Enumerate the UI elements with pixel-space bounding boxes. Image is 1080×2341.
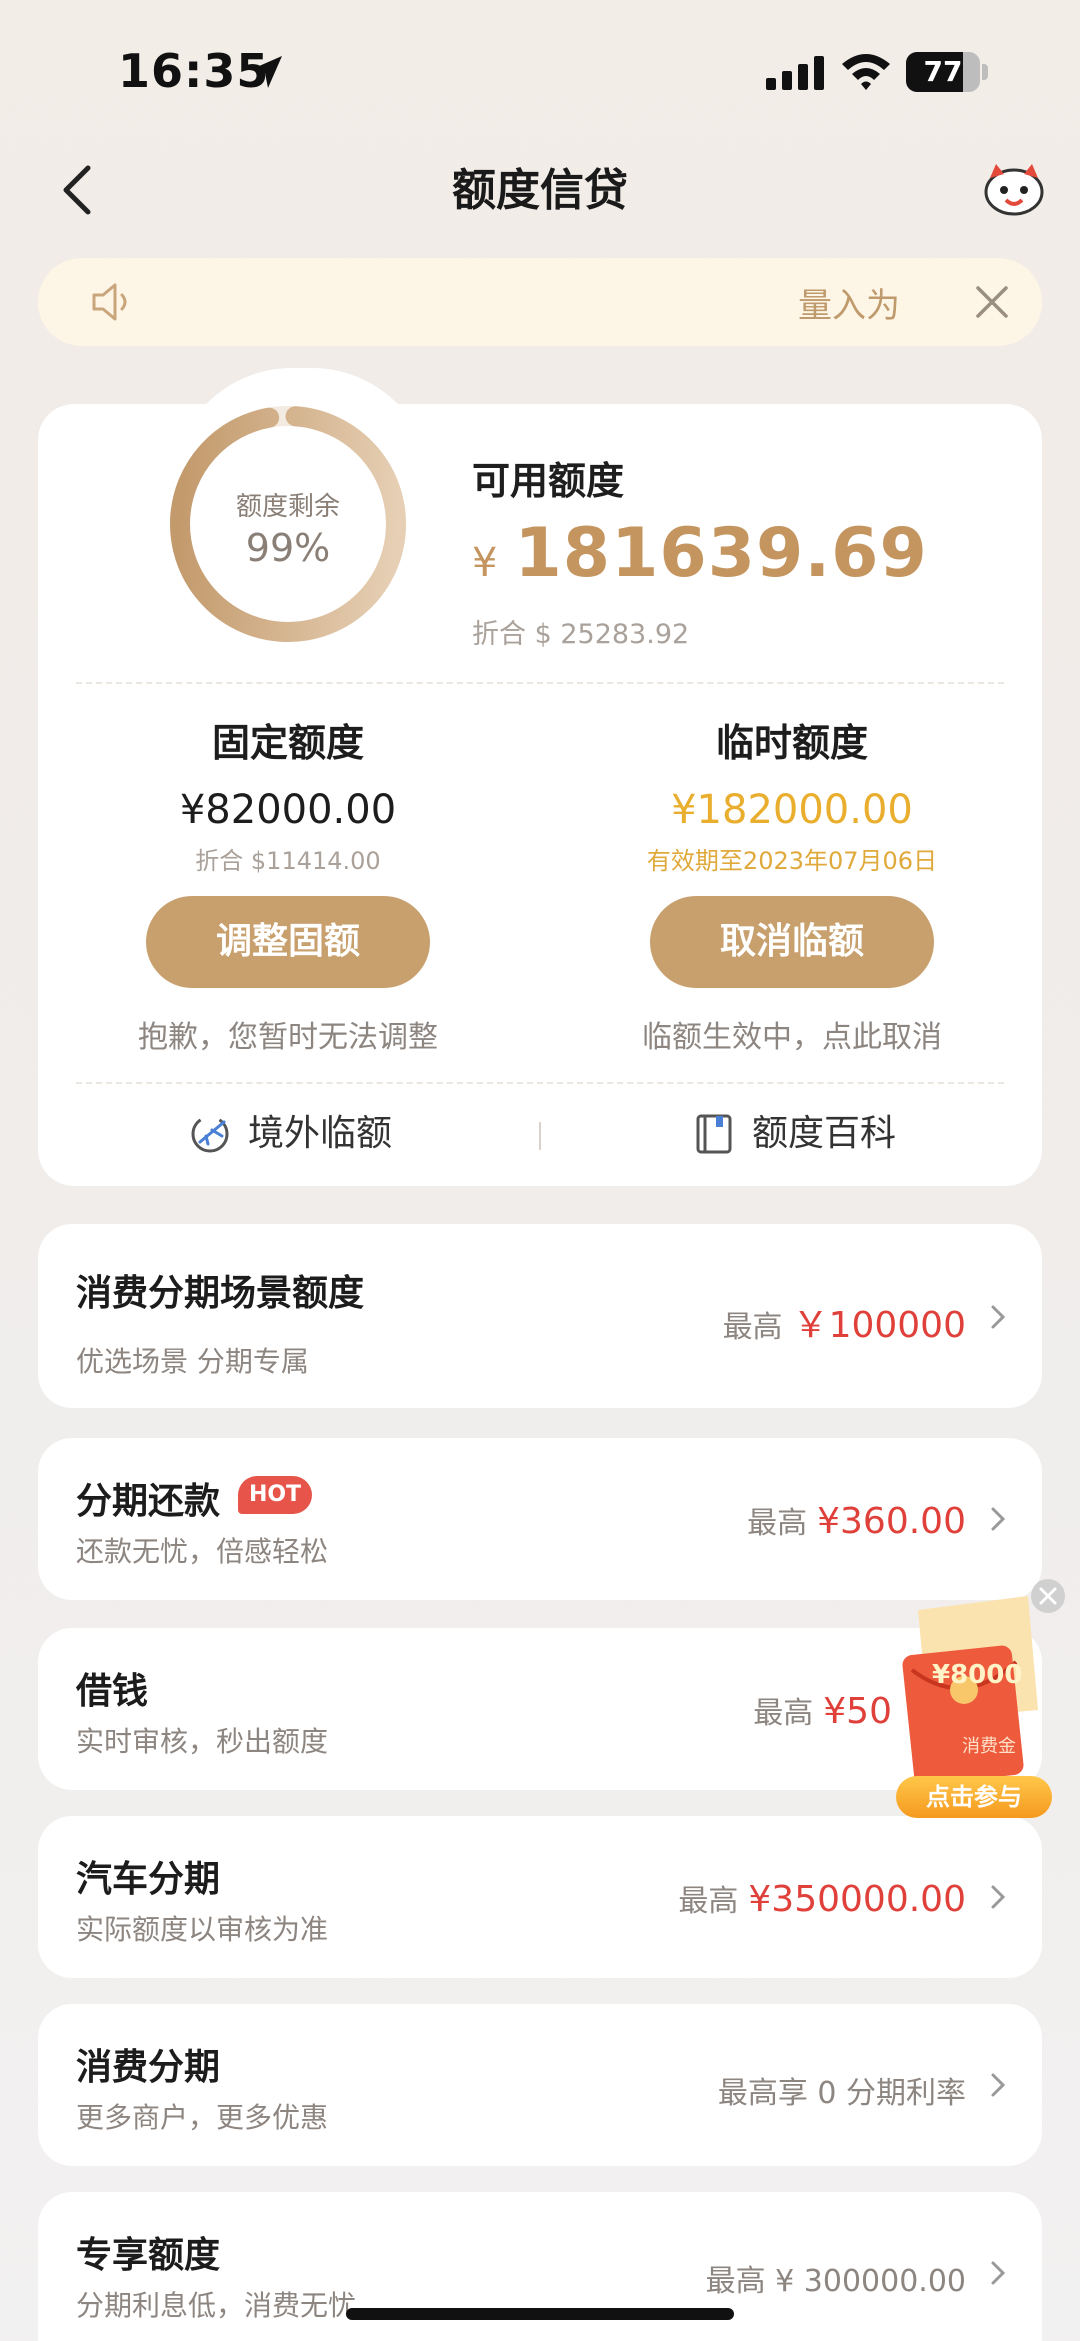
fixed-credit-title: 固定额度	[211, 721, 364, 765]
promo-close-icon[interactable]	[1030, 1578, 1066, 1614]
ring-value: 99%	[245, 526, 331, 570]
chevron-right-icon	[991, 1305, 1006, 1329]
card-title: 消费分期	[76, 2047, 221, 2088]
cellular-signal-icon	[766, 56, 824, 90]
speaker-icon	[92, 283, 127, 321]
card-value-amount: ¥360.00	[817, 1501, 966, 1542]
wifi-icon	[842, 54, 890, 90]
list-item-installment-repay[interactable]: 分期还款 HOT 还款无忧，倍感轻松 最高 ¥360.00	[38, 1438, 1042, 1600]
fixed-credit-usd: 折合 $11414.00	[195, 847, 381, 875]
card-value: 最高 ¥360.00	[747, 1498, 966, 1542]
list-item-scene-credit[interactable]: 消费分期场景额度 优选场景 分期专属 最高 ￥100000	[38, 1224, 1042, 1408]
adjust-fixed-credit-button[interactable]: 调整固额	[146, 896, 430, 988]
divider	[76, 682, 1004, 684]
promo-join-button[interactable]: 点击参与	[896, 1776, 1052, 1818]
close-icon[interactable]	[974, 284, 1010, 320]
card-title: 消费分期场景额度	[76, 1273, 365, 1314]
ring-label: 额度剩余	[235, 492, 340, 522]
card-value-prefix: 最高	[678, 1884, 739, 1919]
card-value-amount: ￥100000	[792, 1305, 966, 1346]
card-subtitle: 优选场景 分期专属	[76, 1345, 309, 1378]
card-value-prefix: 最高	[722, 1310, 783, 1345]
mascot-service-icon[interactable]	[982, 160, 1046, 216]
card-value: 最高 ￥100000	[723, 1296, 966, 1348]
chevron-right-icon	[991, 1507, 1006, 1531]
card-value: 最高享 0 分期利率	[717, 2076, 966, 2111]
cancel-temporary-credit-button[interactable]: 取消临额	[650, 896, 934, 988]
location-arrow-icon	[250, 56, 282, 88]
card-subtitle: 分期利息低，消费无忧	[76, 2289, 357, 2322]
cancel-note: 临额生效中，点此取消	[642, 1020, 942, 1055]
link-divider	[539, 1122, 541, 1150]
notice-text: 量入为	[798, 286, 900, 326]
card-value-prefix: 最高	[747, 1506, 808, 1541]
card-value: 最高 ¥50	[753, 1688, 892, 1732]
notice-bar[interactable]: 量入为	[38, 258, 1042, 346]
card-subtitle: 实时审核，秒出额度	[76, 1725, 329, 1758]
temporary-credit-validity: 有效期至2023年07月06日	[646, 847, 938, 875]
promo-amount: ¥8000	[932, 1660, 1023, 1690]
available-credit-amount: ¥181639.69	[472, 514, 928, 593]
card-value: 最高 ¥ 300000.00	[705, 2264, 966, 2299]
battery-tip	[982, 64, 988, 80]
battery-body: 77	[906, 52, 980, 92]
currency-symbol: ¥	[472, 540, 499, 586]
adjust-note: 抱歉，您暂时无法调整	[138, 1020, 438, 1055]
overseas-link-label: 境外临额	[248, 1113, 393, 1154]
status-bar: 16:35 77	[0, 0, 1080, 140]
remaining-quota-ring	[170, 406, 406, 642]
promo-label: 消费金	[962, 1736, 1016, 1757]
card-value-amount: ¥350000.00	[748, 1879, 966, 1920]
card-title: 借钱	[76, 1671, 149, 1712]
available-credit-title: 可用额度	[472, 459, 625, 503]
temporary-credit-amount: ¥182000.00	[671, 787, 913, 833]
card-title: 汽车分期	[76, 1859, 221, 1900]
list-item-car-installment[interactable]: 汽车分期 实际额度以审核为准 最高 ¥350000.00	[38, 1816, 1042, 1978]
hot-badge: HOT	[238, 1476, 312, 1514]
available-amount-value: 181639.69	[514, 514, 928, 593]
chevron-right-icon	[991, 1885, 1006, 1909]
page-title: 额度信贷	[452, 165, 628, 216]
home-indicator[interactable]	[346, 2308, 734, 2320]
book-icon	[696, 1114, 732, 1154]
divider	[76, 1082, 1004, 1084]
card-value-prefix: 最高	[753, 1696, 814, 1731]
temporary-credit-title: 临时额度	[715, 721, 868, 765]
fixed-credit-column: 固定额度 ¥82000.00 折合 $11414.00	[58, 712, 518, 876]
plane-globe-icon	[191, 1115, 229, 1153]
battery-percent: 77	[923, 55, 963, 88]
card-value: 最高 ¥350000.00	[678, 1876, 966, 1920]
card-title: 分期还款	[76, 1481, 221, 1522]
battery-indicator: 77	[906, 52, 988, 92]
fixed-credit-amount: ¥82000.00	[179, 787, 397, 833]
card-subtitle: 还款无忧，倍感轻松	[76, 1535, 329, 1568]
temporary-credit-column: 临时额度 ¥182000.00 有效期至2023年07月06日	[562, 712, 1022, 876]
list-item-consumer-installment[interactable]: 消费分期 更多商户，更多优惠 最高享 0 分期利率	[38, 2004, 1042, 2166]
wiki-link-label: 额度百科	[752, 1113, 897, 1154]
card-title: 专享额度	[76, 2235, 221, 2276]
available-usd-equivalent: 折合 $ 25283.92	[472, 619, 690, 650]
chevron-right-icon	[991, 2073, 1006, 2097]
card-subtitle: 实际额度以审核为准	[76, 1913, 329, 1946]
chevron-right-icon	[991, 2261, 1006, 2285]
card-subtitle: 更多商户，更多优惠	[76, 2101, 329, 2134]
